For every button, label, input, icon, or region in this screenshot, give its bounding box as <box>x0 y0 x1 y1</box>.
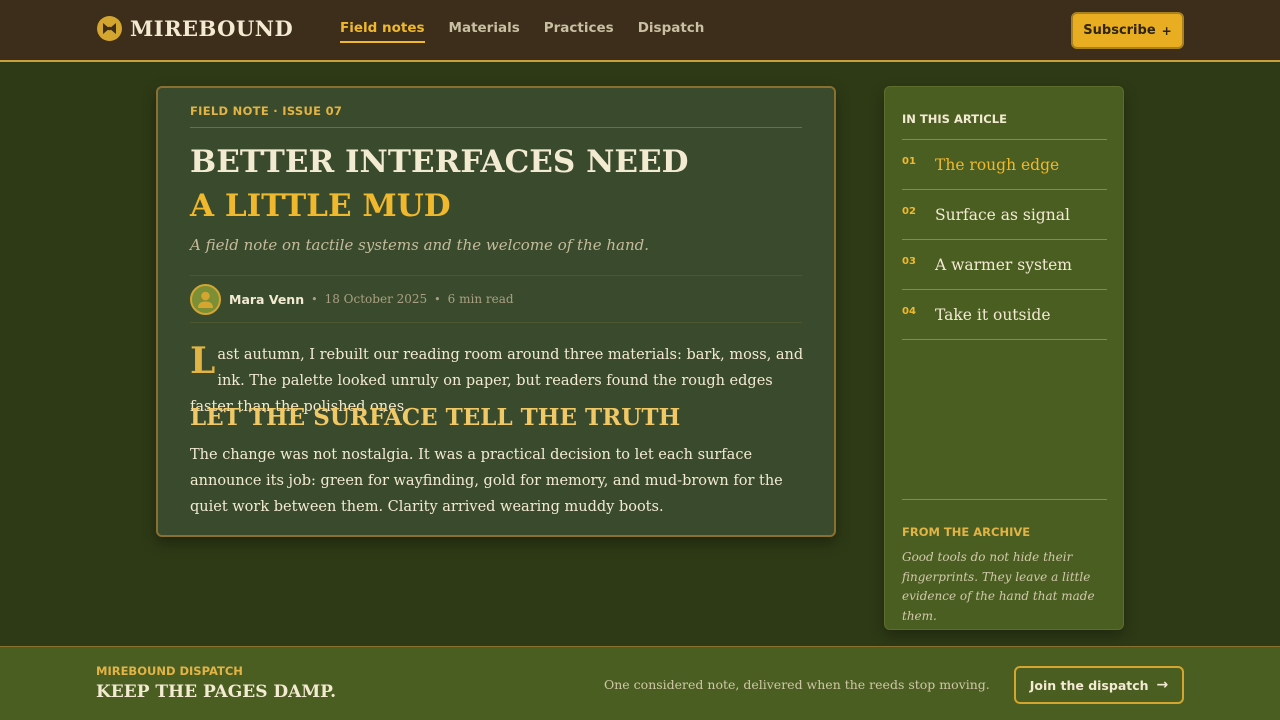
join-label: Join the dispatch <box>1029 677 1149 693</box>
toc-title: IN THIS ARTICLE <box>902 112 1007 126</box>
footer-tagline: One considered note, delivered when the … <box>604 677 990 692</box>
footer-title: Keep the pages damp. <box>96 682 337 702</box>
subscribe-button[interactable]: Subscribe + <box>1071 12 1184 49</box>
article-eyebrow: FIELD NOTE · ISSUE 07 <box>190 104 802 128</box>
read-time: 6 min read <box>447 292 514 306</box>
subscribe-label: Subscribe <box>1083 23 1156 38</box>
dispatch-footer: MIREBOUND DISPATCH Keep the pages damp. … <box>0 646 1280 720</box>
plus-icon: + <box>1161 23 1172 38</box>
article-dek: A field note on tactile systems and the … <box>190 236 650 254</box>
nav-materials[interactable]: Materials <box>449 20 520 43</box>
meta-separator: • <box>434 292 441 306</box>
archive-quote: Good tools do not hide their fingerprint… <box>902 550 1095 623</box>
archive-section: FROM THE ARCHIVE Good tools do not hide … <box>902 499 1107 626</box>
toc-number: 03 <box>902 256 916 267</box>
toc-item-warmer-system[interactable]: 03 A warmer system <box>902 240 1107 290</box>
toc-number: 02 <box>902 206 916 217</box>
brand-logo[interactable]: Mirebound <box>97 16 293 41</box>
toc-number: 04 <box>902 306 916 317</box>
toc-label: Take it outside <box>935 305 1051 324</box>
publish-date: 18 October 2025 <box>324 292 428 306</box>
article-subhead: Let the surface tell the truth <box>190 404 681 431</box>
author-name[interactable]: Mara Venn <box>229 292 304 307</box>
article-headline: Better interfaces need a little mud <box>190 140 689 228</box>
brand-logo-icon <box>97 16 122 41</box>
brand-name: Mirebound <box>130 16 294 41</box>
footer-eyebrow: MIREBOUND DISPATCH <box>96 664 243 678</box>
author-avatar-icon <box>190 283 221 315</box>
toc-label: A warmer system <box>935 255 1073 274</box>
article-body-paragraph: The change was not nostalgia. It was a p… <box>190 447 783 515</box>
nav-field-notes[interactable]: Field notes <box>340 20 425 43</box>
headline-line-1: Better interfaces need <box>190 144 689 180</box>
article-card: FIELD NOTE · ISSUE 07 Better interfaces … <box>156 86 836 537</box>
archive-title: FROM THE ARCHIVE <box>902 525 1031 539</box>
top-navigation-bar: Mirebound Field notes Materials Practice… <box>0 0 1280 62</box>
toc-item-take-it-outside[interactable]: 04 Take it outside <box>902 290 1107 340</box>
toc-label: Surface as signal <box>935 205 1070 224</box>
table-of-contents-panel: IN THIS ARTICLE 01 The rough edge 02 Sur… <box>884 86 1124 630</box>
arrow-right-icon: → <box>1156 677 1169 693</box>
toc-item-surface-as-signal[interactable]: 02 Surface as signal <box>902 190 1107 240</box>
toc-label: The rough edge <box>935 155 1060 174</box>
headline-line-2: a little mud <box>190 188 451 224</box>
toc-number: 01 <box>902 156 916 167</box>
main-nav: Field notes Materials Practices Dispatch <box>340 20 728 43</box>
meta-separator: • <box>311 292 318 306</box>
drop-cap: L <box>190 340 216 382</box>
toc-item-rough-edge[interactable]: 01 The rough edge <box>902 140 1107 190</box>
article-byline: Mara Venn • 18 October 2025 • 6 min read <box>190 275 802 323</box>
join-dispatch-button[interactable]: Join the dispatch → <box>1014 666 1184 704</box>
toc-list: 01 The rough edge 02 Surface as signal 0… <box>902 139 1107 340</box>
nav-practices[interactable]: Practices <box>544 20 614 43</box>
nav-dispatch[interactable]: Dispatch <box>638 20 705 43</box>
